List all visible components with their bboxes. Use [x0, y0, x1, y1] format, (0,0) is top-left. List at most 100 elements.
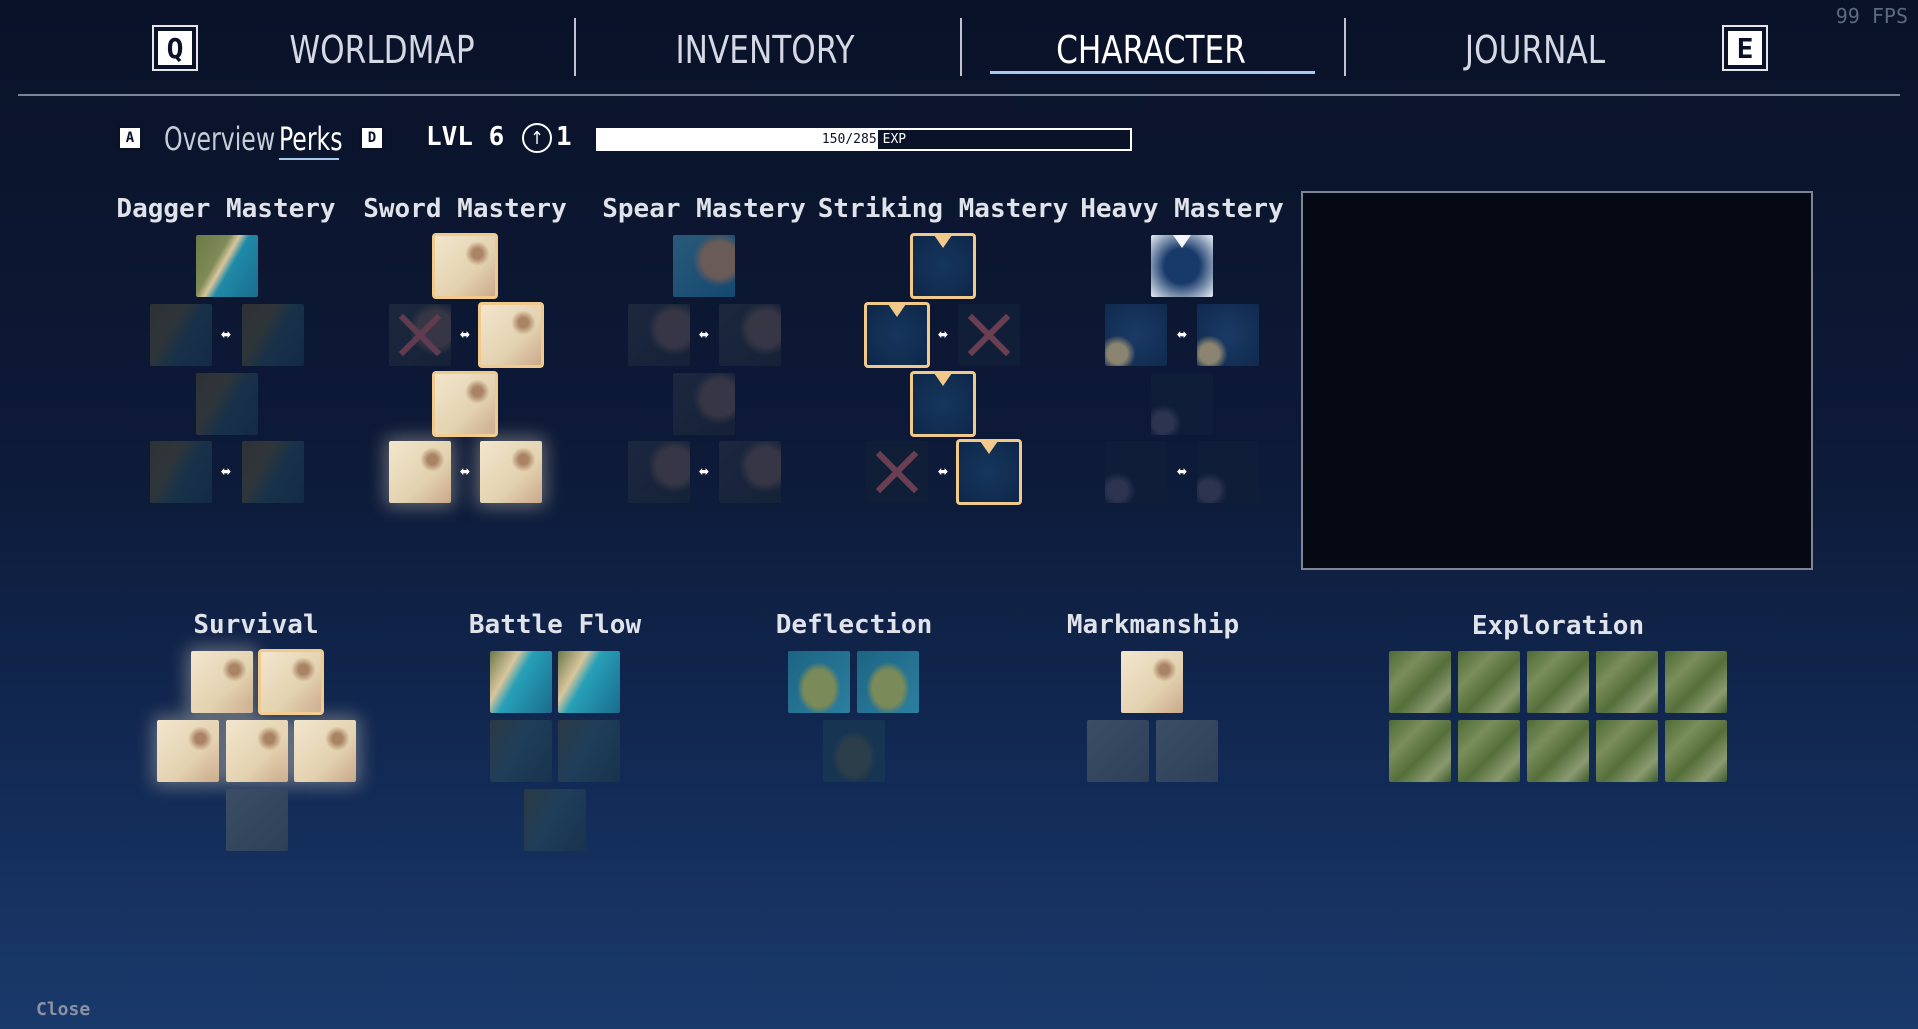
locked-perk-icon[interactable] — [866, 441, 928, 503]
perk-icon[interactable] — [1527, 651, 1589, 713]
perk-icon[interactable] — [823, 720, 885, 782]
perk-icon[interactable] — [558, 720, 620, 782]
perk-icon[interactable] — [956, 439, 1022, 505]
perk-icon[interactable] — [1458, 720, 1520, 782]
tree-title-survival: Survival — [193, 610, 319, 640]
swap-arrow-icon: ⬌ — [698, 464, 710, 480]
perk-icon[interactable] — [628, 304, 690, 366]
perk-icon[interactable] — [242, 304, 304, 366]
perk-icon[interactable] — [673, 373, 735, 435]
perk-icon[interactable] — [1197, 304, 1259, 366]
swap-arrow-icon: ⬌ — [1176, 327, 1188, 343]
mastery-title-striking: Striking Mastery — [817, 194, 1069, 224]
tab-worldmap[interactable]: WORLDMAP — [284, 22, 481, 78]
perk-icon[interactable] — [1087, 720, 1149, 782]
character-level: LVL 6 — [426, 122, 505, 152]
swap-arrow-icon: ⬌ — [459, 464, 471, 480]
perk-icon[interactable] — [719, 441, 781, 503]
mastery-title-heavy: Heavy Mastery — [1080, 194, 1284, 224]
tab-inventory[interactable]: INVENTORY — [667, 22, 864, 78]
perk-point-up-arrow-icon: ↑ — [522, 123, 552, 153]
perk-icon[interactable] — [1105, 304, 1167, 366]
locked-perk-icon[interactable] — [389, 304, 451, 366]
perk-icon[interactable] — [150, 441, 212, 503]
perk-icon[interactable] — [191, 651, 253, 713]
subtab-perks[interactable]: Perks — [279, 120, 342, 158]
perk-icon[interactable] — [150, 304, 212, 366]
perk-icon[interactable] — [1121, 651, 1183, 713]
swap-arrow-icon: ⬌ — [937, 327, 949, 343]
perk-icon[interactable] — [480, 441, 542, 503]
swap-arrow-icon: ⬌ — [698, 327, 710, 343]
perk-icon[interactable] — [1665, 651, 1727, 713]
locked-perk-icon[interactable] — [958, 304, 1020, 366]
mastery-title-spear: Spear Mastery — [602, 194, 806, 224]
tab-journal[interactable]: JOURNAL — [1437, 22, 1634, 78]
perk-icon[interactable] — [432, 233, 498, 299]
tree-title-battle-flow: Battle Flow — [468, 610, 642, 640]
perk-icon[interactable] — [1197, 441, 1259, 503]
prev-subtab-key[interactable]: A — [117, 125, 143, 151]
mastery-title-dagger: Dagger Mastery — [116, 194, 336, 224]
tab-divider — [574, 18, 576, 76]
perk-icon[interactable] — [294, 720, 356, 782]
perk-icon[interactable] — [910, 371, 976, 437]
perk-icon[interactable] — [242, 441, 304, 503]
perk-icon[interactable] — [628, 441, 690, 503]
next-tab-key[interactable]: E — [1722, 25, 1768, 71]
tab-character[interactable]: CHARACTER — [1053, 22, 1250, 78]
perk-icon[interactable] — [226, 789, 288, 851]
perk-icon[interactable] — [788, 651, 850, 713]
perk-icon[interactable] — [1105, 441, 1167, 503]
perk-icon[interactable] — [1596, 720, 1658, 782]
exp-label: EXP — [882, 132, 907, 147]
perk-info-panel — [1301, 191, 1813, 570]
perk-icon[interactable] — [196, 373, 258, 435]
tab-divider — [1344, 18, 1346, 76]
perk-icon[interactable] — [432, 371, 498, 437]
swap-arrow-icon: ⬌ — [937, 464, 949, 480]
perk-icon[interactable] — [524, 789, 586, 851]
perk-icon[interactable] — [490, 720, 552, 782]
active-subtab-underline — [279, 158, 339, 160]
perk-icon[interactable] — [1389, 720, 1451, 782]
perk-icon[interactable] — [196, 235, 258, 297]
swap-arrow-icon: ⬌ — [459, 327, 471, 343]
perk-icon[interactable] — [910, 233, 976, 299]
perk-icon[interactable] — [1151, 235, 1213, 297]
perk-icon[interactable] — [1156, 720, 1218, 782]
perk-icon[interactable] — [226, 720, 288, 782]
subtab-overview[interactable]: Overview — [164, 120, 275, 158]
perk-icon[interactable] — [478, 302, 544, 368]
perk-icon[interactable] — [1151, 373, 1213, 435]
perk-icon[interactable] — [558, 651, 620, 713]
tab-divider — [960, 18, 962, 76]
tree-title-exploration: Exploration — [1471, 611, 1645, 641]
top-navigation: Q WORLDMAP INVENTORY CHARACTER JOURNAL E — [0, 0, 1918, 96]
perk-icon[interactable] — [864, 302, 930, 368]
perk-icon[interactable] — [157, 720, 219, 782]
perk-points-count: 1 — [556, 122, 572, 152]
tree-title-deflection: Deflection — [775, 610, 933, 640]
perk-icon[interactable] — [1458, 651, 1520, 713]
close-button[interactable]: Close — [36, 999, 90, 1020]
exp-value: 150/285 — [821, 132, 877, 147]
swap-arrow-icon: ⬌ — [220, 327, 232, 343]
perk-icon[interactable] — [490, 651, 552, 713]
next-subtab-key[interactable]: D — [359, 125, 385, 151]
exp-bar: 150/285 EXP — [596, 128, 1132, 151]
prev-tab-key[interactable]: Q — [152, 25, 198, 71]
swap-arrow-icon: ⬌ — [220, 464, 232, 480]
perk-icon[interactable] — [389, 441, 451, 503]
exp-text: 150/285 EXP — [598, 130, 1130, 149]
perk-icon[interactable] — [857, 651, 919, 713]
perk-icon[interactable] — [1596, 651, 1658, 713]
perk-icon[interactable] — [1665, 720, 1727, 782]
mastery-title-sword: Sword Mastery — [363, 194, 567, 224]
active-tab-underline — [990, 71, 1315, 74]
perk-icon[interactable] — [1389, 651, 1451, 713]
perk-icon[interactable] — [673, 235, 735, 297]
perk-icon[interactable] — [719, 304, 781, 366]
perk-icon[interactable] — [1527, 720, 1589, 782]
perk-icon[interactable] — [258, 649, 324, 715]
